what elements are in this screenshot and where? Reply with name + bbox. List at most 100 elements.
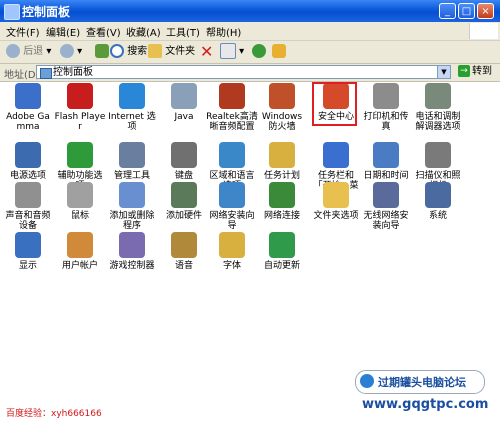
gamepad-icon xyxy=(119,232,145,258)
address-field[interactable]: 控制面板 ▼ xyxy=(36,65,451,79)
watermark-site: www.gqgtpc.com xyxy=(362,397,489,412)
control-panel-item[interactable]: 用户帐户 xyxy=(54,232,106,271)
control-panel-item[interactable]: 管理工具 xyxy=(106,142,158,181)
item-label: 自动更新 xyxy=(263,261,300,271)
menu-view[interactable]: 查看(V) xyxy=(86,24,121,39)
credit-text: 百度经验：xyh666166 xyxy=(6,409,102,419)
control-panel-item[interactable]: 日期和时间 xyxy=(360,142,412,181)
watermark-text: 过期罐头电脑论坛 xyxy=(378,376,466,389)
up-folder-icon xyxy=(95,44,109,58)
control-panel-item[interactable]: Flash Player xyxy=(54,83,106,132)
control-panel-item[interactable]: 添加硬件 xyxy=(158,182,210,221)
control-panel-item[interactable]: Java xyxy=(158,83,210,122)
address-bar: 地址(D) 控制面板 ▼ → 转到 xyxy=(0,64,500,82)
control-panel-item[interactable]: 键盘 xyxy=(158,142,210,181)
control-panel-item[interactable]: 显示 xyxy=(2,232,54,271)
item-label: 添加硬件 xyxy=(165,211,202,221)
menu-edit[interactable]: 编辑(E) xyxy=(46,24,80,39)
item-label: 电源选项 xyxy=(9,171,46,181)
item-label: 鼠标 xyxy=(70,211,89,221)
sync-button[interactable] xyxy=(272,43,286,61)
menu-favorites[interactable]: 收藏(A) xyxy=(126,24,161,39)
control-panel-item[interactable]: Realtek高清晰音频配置 xyxy=(206,83,258,132)
item-label: 字体 xyxy=(222,261,241,271)
control-panel-item[interactable]: 系统 xyxy=(412,182,464,221)
control-panel-item[interactable]: 自动更新 xyxy=(256,232,308,271)
minimize-button[interactable]: _ xyxy=(439,3,456,19)
menu-tools[interactable]: 工具(T) xyxy=(166,24,200,39)
scheduled-tasks-icon xyxy=(269,142,295,168)
control-panel-item[interactable]: 游戏控制器 xyxy=(106,232,158,271)
item-label: 网络连接 xyxy=(263,211,300,221)
phone-icon xyxy=(425,83,451,109)
control-panel-item[interactable]: Adobe Gamma xyxy=(2,83,54,132)
item-label: 日期和时间 xyxy=(363,171,409,181)
forward-button[interactable]: ▾ xyxy=(60,43,82,61)
control-panel-item[interactable]: 声音和音频设备 xyxy=(2,182,54,231)
tools-icon xyxy=(119,142,145,168)
menu-help[interactable]: 帮助(H) xyxy=(206,24,241,39)
back-button[interactable]: 后退 ▾ xyxy=(6,43,51,61)
up-button[interactable] xyxy=(95,43,109,61)
network-icon xyxy=(269,182,295,208)
item-label: Windows 防火墙 xyxy=(261,112,303,132)
watermark-badge: 过期罐头电脑论坛 xyxy=(355,370,485,394)
folder-icon xyxy=(148,44,162,58)
search-icon xyxy=(110,44,124,58)
search-button[interactable]: 搜索 xyxy=(110,43,147,61)
network-setup-icon xyxy=(219,182,245,208)
back-label: 后退 xyxy=(23,46,44,57)
menu-file[interactable]: 文件(F) xyxy=(6,24,40,39)
control-panel-item[interactable]: 语音 xyxy=(158,232,210,271)
globe-icon xyxy=(119,83,145,109)
delete-button[interactable]: ✕ xyxy=(200,43,213,61)
item-label: 键盘 xyxy=(174,171,193,181)
go-button[interactable]: → 转到 xyxy=(458,65,492,79)
watermark-logo-icon xyxy=(360,374,374,388)
title-bar: 控制面板 _ □ × xyxy=(0,0,500,22)
go-arrow-icon: → xyxy=(458,65,470,77)
users-icon xyxy=(67,232,93,258)
control-panel-item[interactable]: 无线网络安装向导 xyxy=(360,182,412,231)
views-button[interactable]: ▾ xyxy=(220,43,244,61)
control-panel-item[interactable]: 网络连接 xyxy=(256,182,308,221)
speaker-icon xyxy=(219,83,245,109)
item-label: 语音 xyxy=(174,261,193,271)
control-panel-item[interactable]: Internet 选项 xyxy=(106,83,158,132)
item-label: 添加或删除程序 xyxy=(109,211,155,231)
control-panel-item[interactable]: 打印机和传真 xyxy=(360,83,412,132)
maximize-button[interactable]: □ xyxy=(458,3,475,19)
clock-icon xyxy=(373,142,399,168)
address-dropdown-icon[interactable]: ▼ xyxy=(437,66,450,78)
hardware-icon xyxy=(171,182,197,208)
control-panel-small-icon xyxy=(40,68,52,79)
control-panel-item[interactable]: 文件夹选项 xyxy=(310,182,362,221)
firewall-icon xyxy=(269,83,295,109)
go-label: 转到 xyxy=(472,66,492,77)
control-panel-item[interactable]: 电话和调制解调器选项 xyxy=(412,83,464,132)
folders-label: 文件夹 xyxy=(165,46,196,57)
folders-button[interactable]: 文件夹 xyxy=(148,43,195,61)
close-button[interactable]: × xyxy=(477,3,494,19)
add-remove-icon xyxy=(119,182,145,208)
item-label: Internet 选项 xyxy=(108,112,156,132)
monitor-icon xyxy=(15,83,41,109)
item-label: 显示 xyxy=(18,261,37,271)
power-icon xyxy=(15,142,41,168)
control-panel-item[interactable]: 电源选项 xyxy=(2,142,54,181)
control-panel-item[interactable]: 网络安装向导 xyxy=(206,182,258,231)
scanner-icon xyxy=(425,142,451,168)
folder-icon xyxy=(323,182,349,208)
mouse-icon xyxy=(67,182,93,208)
control-panel-item[interactable]: 任务计划 xyxy=(256,142,308,181)
item-label: 文件夹选项 xyxy=(313,211,359,221)
refresh-button[interactable] xyxy=(252,43,266,61)
control-panel-icon xyxy=(4,4,20,20)
speech-icon xyxy=(171,232,197,258)
control-panel-item[interactable]: 添加或删除程序 xyxy=(106,182,158,231)
control-panel-item[interactable]: 字体 xyxy=(206,232,258,271)
wireless-icon xyxy=(373,182,399,208)
sync-icon xyxy=(272,44,286,58)
control-panel-item[interactable]: Windows 防火墙 xyxy=(256,83,308,132)
control-panel-item[interactable]: 鼠标 xyxy=(54,182,106,221)
